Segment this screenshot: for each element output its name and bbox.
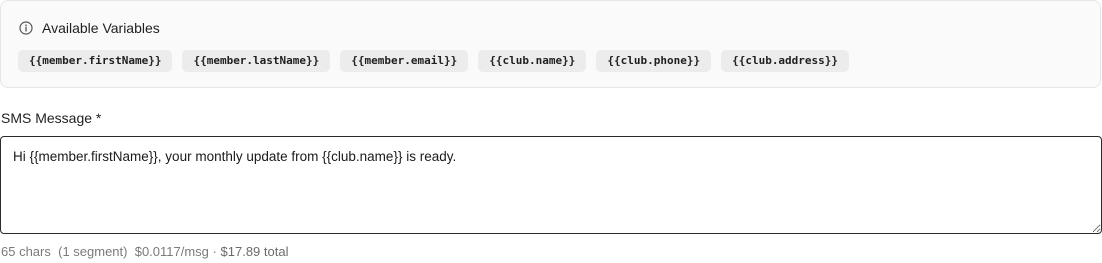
variables-header: Available Variables — [19, 19, 160, 37]
variable-chip-club-phone[interactable]: {{club.phone}} — [596, 50, 712, 72]
variable-chip-club-address[interactable]: {{club.address}} — [721, 50, 850, 72]
variable-chip-member-email[interactable]: {{member.email}} — [340, 50, 469, 72]
cost-per-message: $0.0117/msg — [134, 244, 209, 259]
variable-chip-club-name[interactable]: {{club.name}} — [478, 50, 587, 72]
segment-count: (1 segment) — [58, 244, 128, 259]
info-icon — [19, 21, 33, 35]
sms-message-textarea[interactable]: Hi {{member.firstName}}, your monthly up… — [0, 136, 1102, 234]
variable-chip-list: {{member.firstName}} {{member.lastName}}… — [18, 50, 850, 72]
variables-title: Available Variables — [42, 20, 160, 36]
message-stats: 65 chars (1 segment) $0.0117/msg · $17.8… — [1, 244, 288, 260]
sms-composer: Available Variables {{member.firstName}}… — [0, 0, 1102, 263]
variable-chip-member-lastname[interactable]: {{member.lastName}} — [182, 50, 331, 72]
available-variables-panel: Available Variables {{member.firstName}}… — [0, 0, 1101, 88]
total-cost: $17.89 total — [220, 244, 289, 259]
char-count: 65 chars — [1, 244, 51, 259]
variable-chip-member-firstname[interactable]: {{member.firstName}} — [18, 50, 173, 72]
sms-message-label: SMS Message * — [1, 110, 102, 126]
